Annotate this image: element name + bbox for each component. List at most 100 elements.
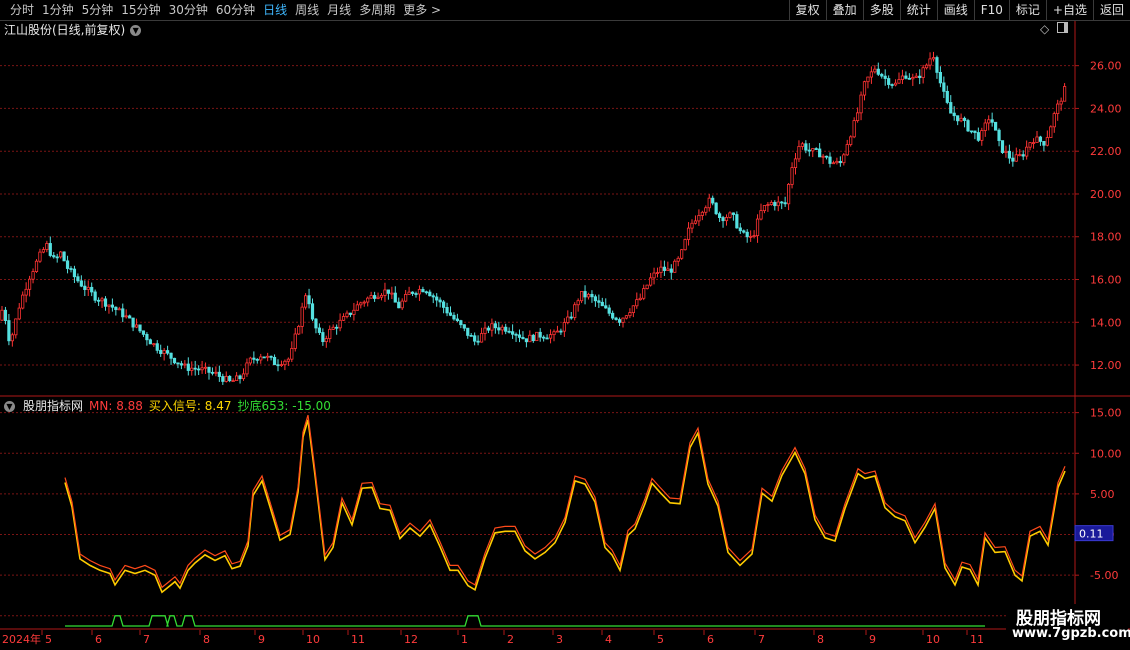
down-candle-body bbox=[918, 75, 922, 78]
down-candle-body bbox=[742, 230, 746, 233]
up-candle-body bbox=[811, 148, 815, 152]
down-candle-body bbox=[469, 335, 473, 337]
down-candle-body bbox=[876, 68, 880, 75]
down-candle-body bbox=[714, 202, 718, 215]
up-candle-body bbox=[21, 294, 25, 309]
x-tick-label: 5 bbox=[657, 633, 664, 646]
down-candle-body bbox=[593, 296, 598, 302]
up-candle-body bbox=[728, 212, 732, 218]
up-candle-body bbox=[831, 162, 836, 165]
up-candle-body bbox=[925, 64, 929, 69]
up-candle-body bbox=[162, 350, 166, 354]
up-candle-body bbox=[776, 201, 780, 207]
up-candle-body bbox=[341, 316, 346, 321]
down-candle-body bbox=[76, 276, 80, 282]
up-candle-body bbox=[693, 220, 698, 224]
up-candle-body bbox=[914, 75, 918, 78]
down-candle-body bbox=[780, 201, 784, 204]
up-candle-body bbox=[759, 210, 763, 220]
down-candle-body bbox=[172, 357, 177, 364]
down-candle-body bbox=[1011, 157, 1015, 162]
up-candle-body bbox=[45, 243, 49, 250]
up-candle-body bbox=[379, 295, 384, 298]
down-candle-body bbox=[48, 243, 52, 256]
down-candle-body bbox=[448, 312, 453, 316]
up-candle-body bbox=[655, 272, 660, 274]
up-candle-body bbox=[766, 204, 770, 206]
up-candle-body bbox=[290, 348, 294, 360]
down-candle-body bbox=[807, 149, 811, 152]
up-candle-body bbox=[552, 331, 556, 336]
up-candle-body bbox=[793, 158, 798, 168]
up-candle-body bbox=[500, 326, 504, 331]
down-candle-body bbox=[1042, 141, 1046, 146]
down-candle-body bbox=[583, 291, 587, 298]
down-candle-body bbox=[473, 335, 477, 342]
up-candle-body bbox=[376, 296, 380, 299]
up-candle-body bbox=[293, 333, 297, 349]
up-candle-body bbox=[331, 326, 335, 330]
up-candle-body bbox=[673, 260, 677, 273]
up-candle-body bbox=[1059, 100, 1063, 105]
up-candle-body bbox=[214, 371, 218, 374]
y-tick-label: 15.00 bbox=[1090, 407, 1122, 420]
y-tick-label: 14.00 bbox=[1090, 316, 1122, 329]
up-candle-body bbox=[921, 67, 925, 78]
up-candle-body bbox=[821, 155, 825, 158]
up-candle-body bbox=[1049, 126, 1053, 138]
down-candle-body bbox=[745, 231, 749, 238]
down-candle-body bbox=[590, 293, 594, 298]
up-candle-body bbox=[707, 197, 711, 209]
x-tick-label: 10 bbox=[306, 633, 320, 646]
y-tick-label: 5.00 bbox=[1090, 488, 1115, 501]
down-candle-body bbox=[517, 334, 522, 338]
up-candle-body bbox=[869, 71, 874, 78]
up-candle-body bbox=[366, 297, 370, 303]
down-candle-body bbox=[210, 371, 215, 374]
x-tick-label: 1 bbox=[461, 633, 468, 646]
down-candle-body bbox=[103, 298, 108, 307]
down-candle-body bbox=[207, 366, 211, 373]
up-candle-body bbox=[576, 300, 580, 306]
down-candle-body bbox=[493, 323, 497, 329]
up-candle-body bbox=[483, 327, 487, 334]
down-candle-body bbox=[521, 337, 525, 340]
up-candle-body bbox=[849, 136, 853, 145]
down-candle-body bbox=[445, 307, 449, 314]
up-candle-body bbox=[835, 160, 839, 164]
down-candle-body bbox=[431, 295, 435, 298]
up-candle-body bbox=[931, 57, 936, 60]
down-candle-body bbox=[348, 312, 353, 315]
down-candle-body bbox=[907, 77, 911, 80]
down-candle-body bbox=[238, 375, 242, 380]
up-candle-body bbox=[683, 239, 687, 251]
up-candle-body bbox=[359, 302, 363, 306]
up-candle-body bbox=[338, 319, 342, 329]
down-candle-body bbox=[962, 117, 967, 121]
down-candle-body bbox=[169, 352, 173, 359]
down-candle-body bbox=[890, 84, 894, 86]
down-candle-body bbox=[600, 301, 604, 307]
up-candle-body bbox=[842, 154, 846, 164]
down-candle-body bbox=[969, 130, 974, 133]
up-candle-body bbox=[17, 307, 21, 320]
up-candle-body bbox=[297, 325, 301, 335]
down-candle-body bbox=[335, 326, 339, 329]
x-tick-label: 5 bbox=[45, 633, 52, 646]
up-candle-body bbox=[283, 360, 287, 366]
up-candle-body bbox=[704, 207, 708, 213]
down-candle-body bbox=[424, 291, 428, 294]
up-candle-body bbox=[490, 323, 494, 331]
up-candle-body bbox=[362, 301, 366, 304]
down-candle-body bbox=[1000, 140, 1005, 153]
down-candle-body bbox=[145, 333, 149, 341]
down-candle-body bbox=[504, 326, 508, 332]
down-candle-body bbox=[545, 337, 549, 340]
down-candle-body bbox=[949, 102, 953, 114]
up-candle-body bbox=[203, 366, 208, 369]
x-tick-label: 7 bbox=[143, 633, 150, 646]
up-candle-body bbox=[59, 251, 63, 258]
down-candle-body bbox=[90, 286, 94, 293]
up-candle-body bbox=[31, 271, 35, 280]
up-candle-body bbox=[224, 375, 228, 382]
